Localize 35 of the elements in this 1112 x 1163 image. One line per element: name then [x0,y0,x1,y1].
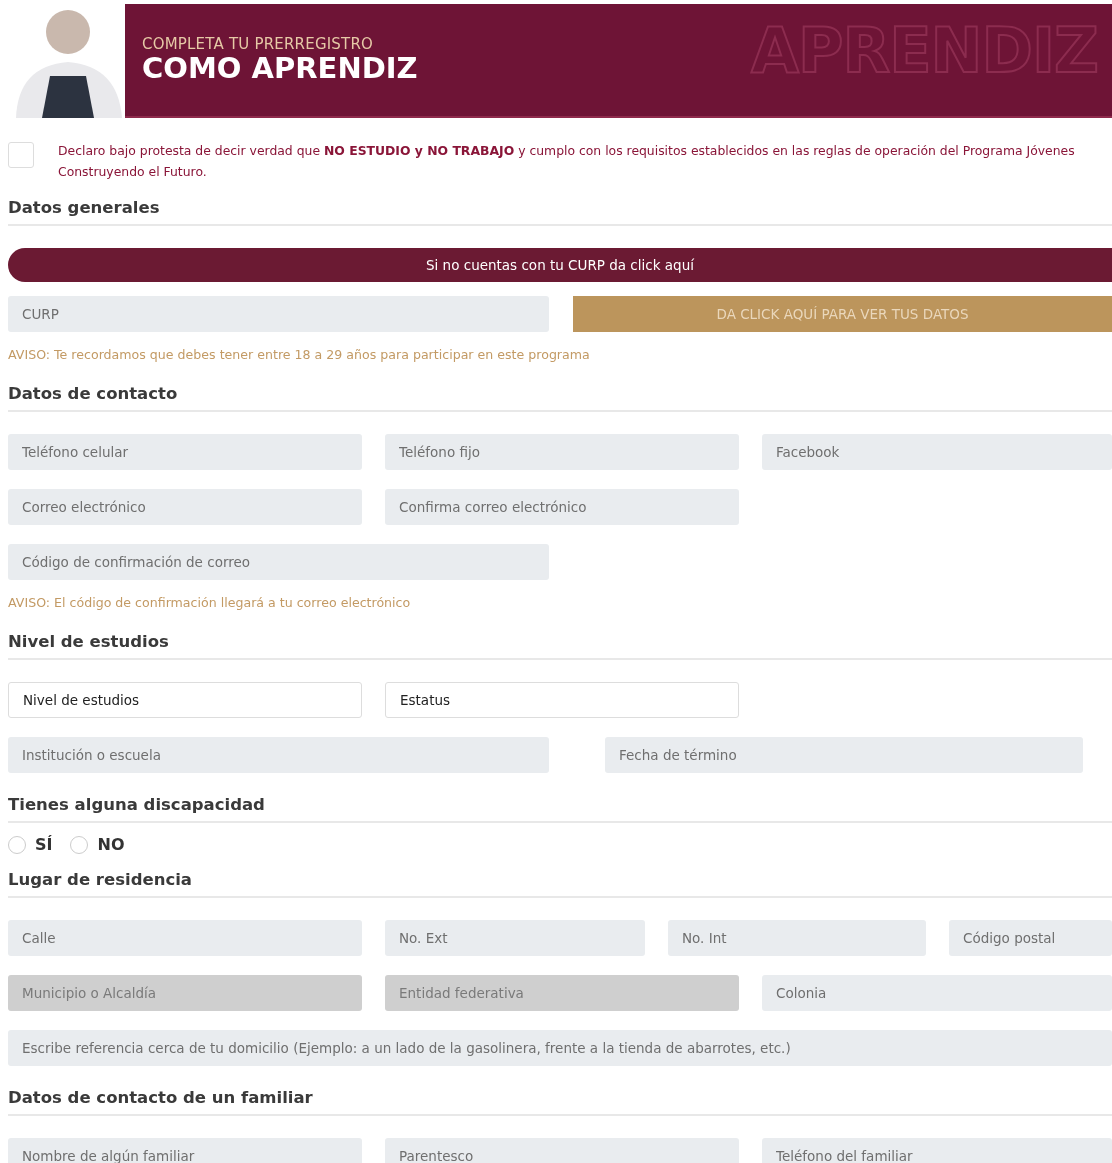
notice-text: AVISO: Te recordamos que debes tener entre 18 a 29 años para participar en este programa [8,347,591,362]
input-field[interactable]: Nombre de algún familiar [8,1138,362,1163]
input-field[interactable]: Institución o escuela [8,737,549,773]
section-heading: Tienes alguna discapacidad [8,795,1112,823]
radio-option[interactable]: NO [70,835,125,854]
section-heading: Nivel de estudios [8,632,1112,660]
input-field[interactable]: Fecha de término [605,737,1083,773]
section-heading: Lugar de residencia [8,870,1112,898]
section-heading: Datos de contacto de un familiar [8,1088,1112,1116]
notice-text: AVISO: El código de confirmación llegará a tu correo electrónico [8,595,412,610]
section-heading: Datos generales [8,198,1112,226]
input-field[interactable]: Teléfono fijo [385,434,739,470]
input-field[interactable]: Código postal [949,920,1112,956]
header-title: COMO APRENDIZ [142,53,418,85]
input-field[interactable]: Confirma correo electrónico [385,489,739,525]
input-field[interactable]: CURP [8,296,549,332]
curp-help-button[interactable]: Si no cuentas con tu CURP da click aquí [8,248,1112,282]
input-field[interactable]: No. Int [668,920,926,956]
input-field[interactable]: Parentesco [385,1138,739,1163]
input-field[interactable]: Teléfono del familiar [762,1138,1112,1163]
section-heading: Datos de contacto [8,384,1112,412]
dropdown[interactable]: Estatus [385,682,739,718]
input-field[interactable]: Teléfono celular [8,434,362,470]
radio-option[interactable]: SÍ [8,835,53,854]
input-field[interactable]: Código de confirmación de correo [8,544,549,580]
input-field[interactable]: Facebook [762,434,1112,470]
dropdown[interactable]: Nivel de estudios [8,682,362,718]
input-field[interactable]: Colonia [762,975,1112,1011]
input-field[interactable]: Escribe referencia cerca de tu domicilio (Ejemplo: a un lado de la gasolinera, frente a la tienda de abarrotes, etc.) [8,1030,1112,1066]
checkbox[interactable] [8,142,34,168]
header-subtitle: COMPLETA TU PRERREGISTRO [142,35,374,54]
declaration-text: Declaro bajo protesta de decir verdad que NO ESTUDIO y NO TRABAJO y cumplo con los requisitos establecidos en las reglas de operación del Programa Jóvenes Construyendo el Futuro. [58,142,1076,181]
input-field[interactable]: Calle [8,920,362,956]
input-field[interactable]: No. Ext [385,920,645,956]
input-field[interactable]: Correo electrónico [8,489,362,525]
